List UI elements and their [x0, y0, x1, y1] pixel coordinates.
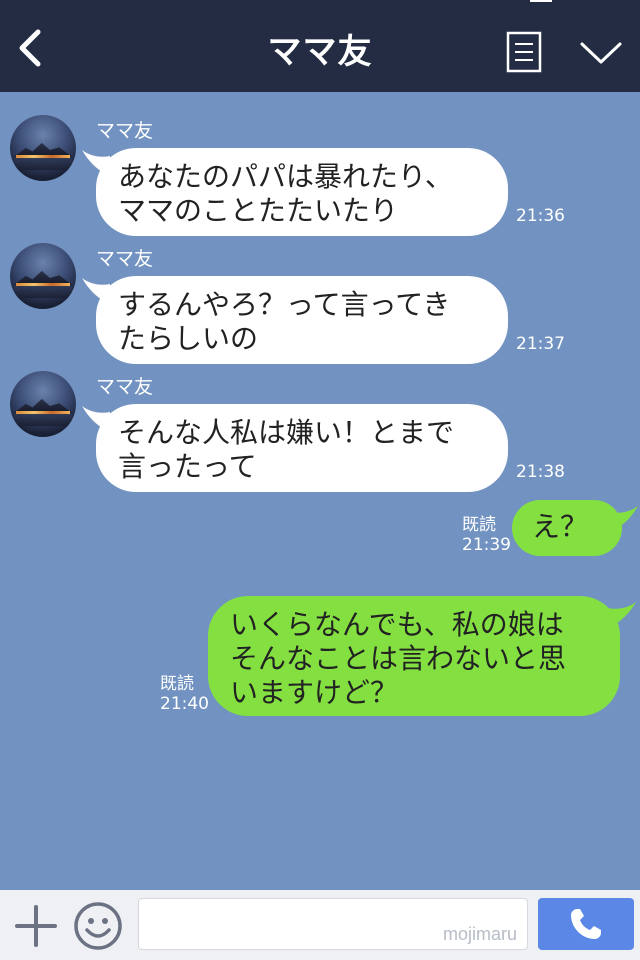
avatar[interactable] — [10, 115, 76, 181]
sender-name: ママ友 — [96, 248, 154, 270]
read-label: 既読 — [160, 674, 194, 694]
emoji-button[interactable] — [72, 900, 124, 952]
message-time: 21:39 — [462, 535, 511, 555]
message-time: 21:37 — [516, 334, 565, 354]
message-bubble[interactable]: いくらなんでも、私の娘は そんなことは言わないと思 いますけど？ — [208, 596, 620, 716]
chat-title: ママ友 — [267, 32, 373, 72]
dropdown-button[interactable] — [578, 36, 624, 68]
chat-header: ママ友 — [0, 0, 640, 92]
menu-button[interactable] — [506, 31, 542, 73]
phone-icon — [571, 909, 601, 939]
bubble-tail — [610, 506, 638, 532]
message-bubble[interactable]: するんやろ？って言ってき たらしいの — [96, 276, 508, 364]
chevron-down-icon — [580, 42, 622, 64]
message-input[interactable]: mojimaru — [138, 898, 528, 950]
message-bubble[interactable]: そんな人私は嫌い！とまで 言ったって — [96, 404, 508, 492]
add-attachment-button[interactable] — [14, 904, 58, 948]
smiley-icon — [74, 902, 122, 950]
read-receipt: 既読 21:39 — [462, 515, 511, 555]
avatar[interactable] — [10, 243, 76, 309]
message-time: 21:40 — [160, 694, 209, 714]
chat-area[interactable]: ママ友 あなたのパパは暴れたり、 ママのことたたいたり 21:36 ママ友 する… — [0, 92, 640, 890]
watermark-text: mojimaru — [442, 924, 517, 944]
read-label: 既読 — [462, 515, 496, 535]
message-time: 21:38 — [516, 462, 565, 482]
plus-icon — [15, 905, 57, 947]
avatar[interactable] — [10, 371, 76, 437]
message-bubble[interactable]: あなたのパパは暴れたり、 ママのことたたいたり — [96, 148, 508, 236]
menu-lines-icon — [506, 31, 542, 73]
read-receipt: 既読 21:40 — [160, 674, 209, 714]
sender-name: ママ友 — [96, 120, 154, 142]
call-button[interactable] — [538, 898, 634, 950]
sender-name: ママ友 — [96, 376, 154, 398]
bubble-tail — [608, 602, 636, 628]
message-time: 21:36 — [516, 206, 565, 226]
status-indicator — [530, 0, 552, 2]
message-bubble[interactable]: え？ — [512, 500, 622, 556]
